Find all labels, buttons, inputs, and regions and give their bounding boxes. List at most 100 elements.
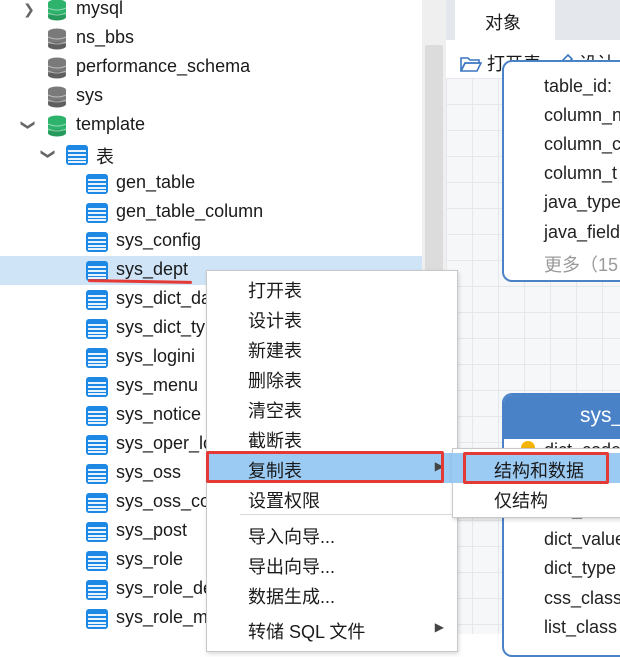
card-field: column_t [544, 163, 618, 183]
menu-item-label: 新建表 [248, 341, 302, 361]
menu-item-label: 截断表 [248, 431, 302, 451]
tree-item-label: ns_bbs [76, 27, 135, 47]
menu-item-data-generation[interactable]: 数据生成... [206, 579, 456, 609]
tree-item-label: sys_oss_co [116, 491, 211, 511]
card-header: sys_ [504, 395, 620, 439]
card-more-link[interactable]: 更多（15 [544, 251, 618, 277]
table-icon [86, 290, 108, 310]
chevron-down-icon[interactable]: ❯ [21, 118, 37, 132]
menu-item-label: 转储 SQL 文件 [248, 622, 366, 642]
card-field: dict_type [544, 558, 617, 578]
tree-item-table[interactable]: gen_table_column [0, 198, 422, 227]
card-field: java_type [544, 192, 620, 212]
database-icon [47, 0, 67, 21]
folder-open-icon [459, 57, 483, 72]
table-icon [86, 551, 108, 571]
table-icon [86, 261, 108, 281]
menu-item-import-wizard[interactable]: 导入向导... [206, 519, 456, 549]
card-field: dict_value [544, 529, 620, 549]
tab-objects[interactable]: 对象 [455, 0, 555, 40]
menu-item-label: 仅结构 [494, 491, 548, 511]
menu-item-open-table[interactable]: 打开表 [206, 273, 456, 303]
card-field: table_id: [544, 76, 613, 96]
menu-item-label: 设置权限 [248, 491, 320, 511]
menu-item-new-table[interactable]: 新建表 [206, 333, 456, 363]
table-icon [86, 580, 108, 600]
tab-label: 对象 [485, 13, 521, 33]
menu-separator [240, 514, 454, 515]
menu-item-design-table[interactable]: 设计表 [206, 303, 456, 333]
table-icon [86, 406, 108, 426]
tree-item-tables-folder[interactable]: ❯ 表 [0, 140, 422, 169]
tree-item-label: gen_table [116, 172, 196, 192]
tree-item-label: performance_schema [76, 56, 251, 76]
menu-item-permissions[interactable]: 设置权限 [206, 483, 456, 513]
chevron-right-icon[interactable]: ❯ [22, 2, 36, 16]
table-icon [86, 522, 108, 542]
tree-item-label: sys_dept [116, 259, 189, 279]
tree-item-label: sys_role [116, 549, 184, 569]
tree-item-label: sys_oper_lo [116, 433, 214, 453]
card-title: sys_ [580, 404, 620, 427]
table-icon [86, 377, 108, 397]
table-icon [86, 435, 108, 455]
menu-item-label: 导入向导... [248, 527, 336, 547]
menu-item-delete-table[interactable]: 删除表 [206, 363, 456, 393]
table-icon [86, 348, 108, 368]
tree-item-label: sys_config [116, 230, 202, 250]
table-folder-icon [66, 145, 88, 165]
tree-item-label: sys_menu [116, 375, 199, 395]
menu-item-export-wizard[interactable]: 导出向导... [206, 549, 456, 579]
menu-item-label: 数据生成... [248, 587, 336, 607]
tree-item-label: sys_logini [116, 346, 196, 366]
tree-item-sys[interactable]: sys [0, 82, 422, 111]
annotation-box [463, 452, 609, 484]
tree-item-label: sys_role_m [116, 607, 209, 627]
submenu-arrow-icon: ▶ [434, 620, 444, 634]
table-icon [86, 609, 108, 629]
tree-item-label: sys_post [116, 520, 188, 540]
menu-item-label: 删除表 [248, 371, 302, 391]
card-field: list_class [544, 617, 618, 637]
menu-item-dump-sql[interactable]: 转储 SQL 文件 ▶ [206, 614, 456, 644]
database-icon [47, 86, 67, 108]
tree-item-label: sys [76, 85, 103, 105]
tree-item-ns_bbs[interactable]: ns_bbs [0, 24, 422, 53]
tree-item-label: sys_notice [116, 404, 202, 424]
table-icon [86, 232, 108, 252]
database-icon [47, 57, 67, 79]
menu-item-label: 导出向导... [248, 557, 336, 577]
card-field: css_class [544, 588, 620, 608]
menu-item-label: 打开表 [248, 281, 302, 301]
tree-item-label: sys_dict_da [116, 288, 212, 308]
database-icon [47, 115, 67, 137]
tree-item-label: template [76, 114, 146, 134]
tree-item-label: gen_table_column [116, 201, 264, 221]
database-icon [47, 28, 67, 50]
tree-item-mysql[interactable]: ❯ mysql [0, 0, 422, 24]
tree-item-label: sys_oss [116, 462, 182, 482]
menu-item-structure-only[interactable]: 仅结构 [452, 483, 620, 513]
tree-item-table[interactable]: sys_config [0, 227, 422, 256]
table-icon [86, 493, 108, 513]
card-field: java_field [544, 222, 620, 242]
card-field: column_n [544, 105, 620, 125]
table-icon [86, 319, 108, 339]
table-icon [86, 174, 108, 194]
tree-item-label: 表 [96, 147, 114, 167]
table-icon [86, 203, 108, 223]
menu-item-label: 清空表 [248, 401, 302, 421]
chevron-down-icon[interactable]: ❯ [41, 147, 57, 161]
card-field: column_c [544, 134, 620, 154]
tree-item-table[interactable]: gen_table [0, 169, 422, 198]
menu-item-empty-table[interactable]: 清空表 [206, 393, 456, 423]
annotation-box [206, 451, 444, 483]
menu-item-truncate-table[interactable]: 截断表 [206, 423, 456, 453]
tree-item-label: sys_role_de [116, 578, 214, 598]
tree-item-label: mysql [76, 0, 124, 18]
tree-item-template[interactable]: ❯ template [0, 111, 422, 140]
menu-item-label: 设计表 [248, 311, 302, 331]
tree-item-performance_schema[interactable]: performance_schema [0, 53, 422, 82]
tree-item-label: sys_dict_ty [116, 317, 206, 337]
table-icon [86, 464, 108, 484]
